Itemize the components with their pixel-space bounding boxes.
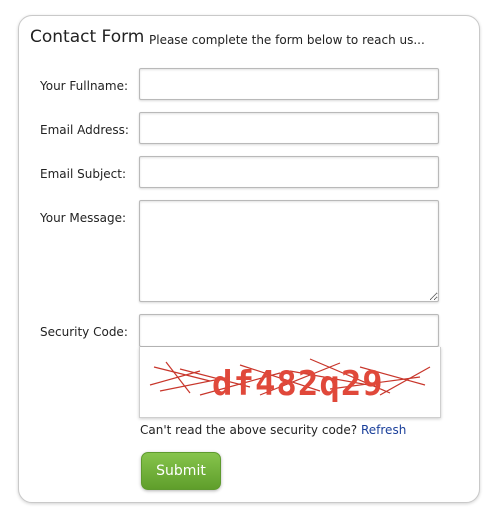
security-code-input[interactable] [139, 314, 439, 347]
captcha-help: Can't read the above security code? Refr… [140, 423, 406, 437]
message-textarea[interactable] [139, 200, 439, 302]
fullname-input[interactable] [139, 68, 439, 100]
form-subtitle: Please complete the form below to reach … [149, 33, 425, 47]
email-label: Email Address: [40, 123, 129, 137]
form-title: Contact Form [30, 27, 145, 47]
fullname-label: Your Fullname: [40, 79, 129, 93]
message-label: Your Message: [40, 211, 127, 225]
submit-button[interactable]: Submit [141, 452, 221, 490]
captcha-code: df482q29 [212, 364, 384, 404]
captcha-refresh-link[interactable]: Refresh [361, 423, 406, 437]
subject-label: Email Subject: [40, 167, 127, 181]
contact-form-card: Contact Form Please complete the form be… [18, 15, 480, 503]
email-input[interactable] [139, 112, 439, 144]
security-code-label: Security Code: [40, 325, 128, 339]
subject-input[interactable] [139, 156, 439, 188]
captcha-graphic: df482q29 [149, 358, 431, 404]
captcha-image: df482q29 [139, 347, 441, 418]
captcha-help-text: Can't read the above security code? [140, 423, 358, 437]
